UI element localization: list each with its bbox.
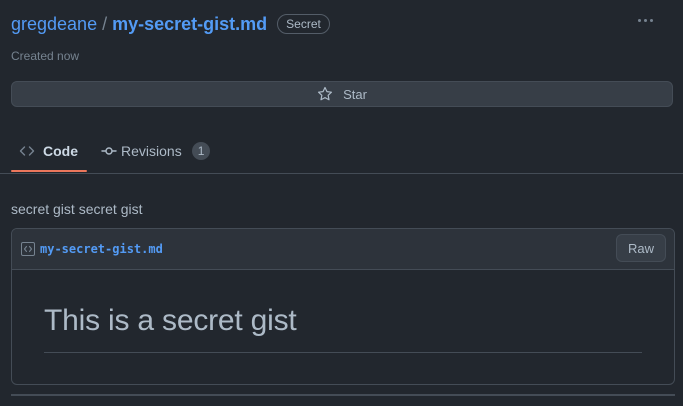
secret-badge: Secret bbox=[277, 14, 330, 34]
active-tab-indicator bbox=[11, 170, 87, 172]
revisions-count-badge: 1 bbox=[191, 142, 211, 160]
owner-link[interactable]: gregdeane bbox=[11, 14, 97, 35]
raw-button[interactable]: Raw bbox=[615, 234, 666, 262]
file-container: my-secret-gist.md Raw This is a secret g… bbox=[11, 228, 675, 385]
gist-page: gregdeane / my-secret-gist.md Secret Cre… bbox=[0, 0, 683, 406]
file-name-link[interactable]: my-secret-gist.md bbox=[40, 242, 163, 256]
markdown-body: This is a secret gist bbox=[12, 270, 674, 384]
git-commit-icon bbox=[101, 147, 117, 155]
heading-divider bbox=[44, 352, 642, 353]
tab-code-label: Code bbox=[43, 143, 78, 159]
more-options-icon[interactable] bbox=[638, 19, 653, 22]
star-button[interactable]: Star bbox=[11, 81, 673, 107]
file-code-icon bbox=[21, 242, 35, 256]
gist-tabs: Code Revisions 1 bbox=[0, 130, 683, 174]
path-separator: / bbox=[102, 13, 108, 34]
file-header: my-secret-gist.md Raw bbox=[12, 229, 674, 270]
tab-revisions-label: Revisions bbox=[121, 143, 182, 159]
tab-code[interactable]: Code bbox=[11, 130, 86, 172]
gist-filename-link[interactable]: my-secret-gist.md bbox=[112, 14, 267, 35]
tab-revisions[interactable]: Revisions 1 bbox=[101, 130, 211, 172]
code-icon bbox=[19, 146, 35, 156]
gist-description: secret gist secret gist bbox=[11, 201, 143, 217]
star-icon bbox=[318, 86, 333, 101]
gist-title-row: gregdeane / my-secret-gist.md Secret bbox=[11, 12, 330, 36]
star-label: Star bbox=[343, 86, 367, 102]
created-timestamp: Created now bbox=[11, 49, 80, 63]
next-section-divider bbox=[11, 394, 675, 396]
markdown-heading: This is a secret gist bbox=[44, 304, 297, 337]
